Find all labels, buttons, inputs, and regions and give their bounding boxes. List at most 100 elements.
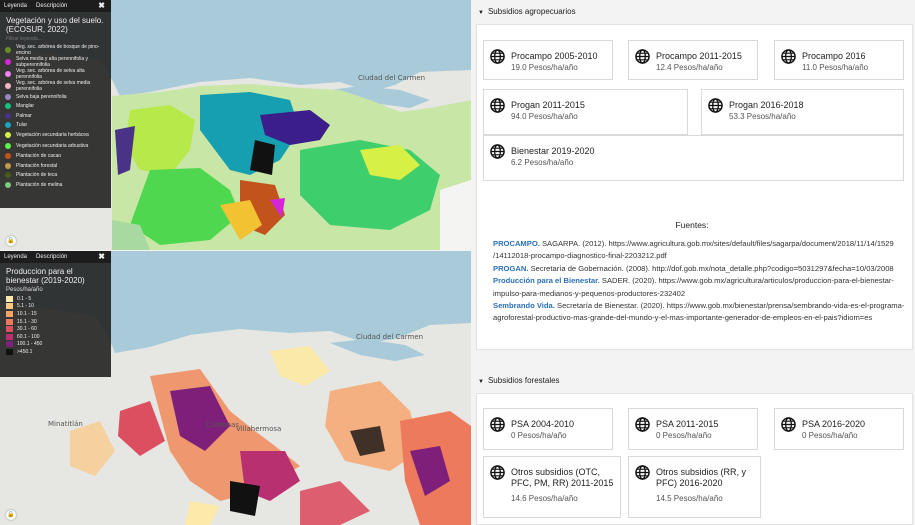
legend-tabs: Leyenda Descripción ✖ xyxy=(0,251,111,263)
legend-row: Selva media y alta perennifolia y subper… xyxy=(0,56,111,68)
card-value: 0 Pesos/ha/año xyxy=(656,431,712,440)
tab-descripcion[interactable]: Descripción xyxy=(36,3,67,9)
section-header-forest[interactable]: ▼ Subsidios forestales xyxy=(473,376,915,385)
subsidy-card: Progan 2016-2018 53.3 Pesos/ha/año xyxy=(701,89,904,135)
legend-swatch xyxy=(5,59,11,65)
close-icon[interactable]: ✖ xyxy=(98,252,105,261)
card-title: PSA 2004-2010 xyxy=(511,419,575,429)
production-map[interactable]: Ciudad del Carmen Minatitlán Cárdenas Vi… xyxy=(0,251,471,525)
source-link[interactable]: PROCAMPO. xyxy=(493,239,540,248)
card-title: Procampo 2016 xyxy=(802,51,866,61)
agro-section: Procampo 2005-2010 19.0 Pesos/ha/año Proca… xyxy=(476,24,913,350)
card-title: Procampo 2005-2010 xyxy=(511,51,598,61)
legend-swatch xyxy=(6,333,13,340)
legend-swatch xyxy=(5,153,11,160)
legend-row: Manglar xyxy=(0,102,111,112)
globe-icon xyxy=(781,49,796,64)
legend-swatch xyxy=(6,318,13,325)
globe-icon xyxy=(490,49,505,64)
legend-swatch xyxy=(5,181,11,188)
legend-swatch xyxy=(5,131,11,138)
legend-row: Plantación forestal xyxy=(0,161,111,171)
legend-label: Manglar xyxy=(16,103,35,110)
legend-row: Tular xyxy=(0,121,111,131)
legend-label: 60.1 - 100 xyxy=(17,333,40,340)
legend-items: Veg. sec. arbórea de bosque de pino-enci… xyxy=(0,44,111,190)
legend-label: Plantación de teca xyxy=(16,172,58,179)
source-link[interactable]: Producción para el Bienestar. xyxy=(493,276,600,285)
legend-tabs: Leyenda Descripción ✖ xyxy=(0,0,111,12)
legend-row: Vegetación secundaria arbustiva xyxy=(0,140,111,152)
legend-label: 5.1 - 10 xyxy=(17,303,34,310)
legend-row: Veg. sec. arbórea de selva media perenni… xyxy=(0,80,111,92)
legend-items: 0.1 - 5 5.1 - 10 10.1 - 15 15.1 - 30 30.1 - … xyxy=(0,295,111,356)
globe-icon xyxy=(490,144,505,159)
source-ref: Producción para el Bienestar. SADER. (20… xyxy=(493,275,905,300)
globe-icon xyxy=(635,417,650,432)
legend-row: Plantación de teca xyxy=(0,171,111,181)
subsidy-card: Bienestar 2019-2020 6.2 Pesos/ha/año xyxy=(483,135,904,181)
legend-row: Palmar xyxy=(0,111,111,121)
subsidy-card: Otros subsidios (OTC, PFC, PM, RR) 2011-… xyxy=(483,456,621,518)
card-title: Otros subsidios (RR, y PFC) 2016-2020 xyxy=(656,467,747,488)
legend-swatch xyxy=(5,112,11,119)
legend-label: 30.1 - 60 xyxy=(17,326,37,333)
legend-swatch xyxy=(6,348,13,355)
vegetation-map[interactable]: Ciudad del Carmen Leyenda Descripción ✖ … xyxy=(0,0,471,250)
source-link[interactable]: PROGAN. xyxy=(493,264,528,273)
legend-swatch xyxy=(6,326,13,333)
legend-row: 60.1 - 100 xyxy=(0,333,111,341)
legend-swatch xyxy=(5,142,11,149)
legend-label: Vegetación secundaria herbácea xyxy=(16,131,89,138)
globe-icon xyxy=(781,417,796,432)
legend-unit: Pesos/ha/año xyxy=(6,287,43,293)
legend-label: >450.1 xyxy=(17,348,33,355)
legend-swatch xyxy=(5,172,11,179)
globe-icon xyxy=(635,49,650,64)
legend-label: Selva media y alta perennifolia y subper… xyxy=(16,56,88,68)
legend-row: 15.1 - 30 xyxy=(0,318,111,326)
city-label: Ciudad del Carmen xyxy=(358,74,426,82)
triangle-down-icon: ▼ xyxy=(478,10,484,16)
subsidy-card: Progan 2011-2015 94.0 Pesos/ha/año xyxy=(483,89,688,135)
tab-leyenda[interactable]: Leyenda xyxy=(4,3,27,9)
legend-swatch xyxy=(5,93,11,100)
subsidy-card: Procampo 2011-2015 12.4 Pesos/ha/año xyxy=(628,40,758,80)
legend-row: Vegetación secundaria herbácea xyxy=(0,130,111,140)
city-label: Villahermosa xyxy=(236,425,282,433)
globe-icon xyxy=(490,417,505,432)
legend-swatch xyxy=(6,295,13,302)
subsidy-card: PSA 2011-2015 0 Pesos/ha/año xyxy=(628,408,758,450)
card-value: 94.0 Pesos/ha/año xyxy=(511,112,578,121)
legend-label: Vegetación secundaria arbustiva xyxy=(16,142,89,149)
section-title: Subsidios forestales xyxy=(487,376,560,385)
forest-section: PSA 2004-2010 0 Pesos/ha/año PSA 2011-2015… xyxy=(476,393,913,525)
legend-label: 0.1 - 5 xyxy=(17,295,32,302)
lock-icon[interactable]: 🔒 xyxy=(6,510,16,520)
legend-row: 0.1 - 5 xyxy=(0,295,111,303)
legend-swatch xyxy=(5,162,11,169)
card-value: 12.4 Pesos/ha/año xyxy=(656,63,723,72)
legend-row: 30.1 - 60 xyxy=(0,325,111,333)
close-icon[interactable]: ✖ xyxy=(98,1,105,10)
legend-row: 10.1 - 15 xyxy=(0,310,111,318)
legend-row: 100.1 - 450 xyxy=(0,341,111,349)
legend-filter[interactable]: Filtrar leyenda... xyxy=(0,36,111,44)
legend-label: Veg. sec. arbórea de bosque de pino-enci… xyxy=(16,44,100,56)
source-link[interactable]: Sembrando Vida. xyxy=(493,301,555,310)
legend-label: Veg. sec. arbórea de selva media perenni… xyxy=(16,80,91,92)
lock-icon[interactable]: 🔒 xyxy=(6,236,16,246)
card-value: 0 Pesos/ha/año xyxy=(511,431,567,440)
legend-swatch xyxy=(6,303,13,310)
legend-title: Produccion para el bienestar (2019-2020) xyxy=(6,267,85,285)
legend-label: Plantación de cacao xyxy=(16,153,62,160)
triangle-down-icon: ▼ xyxy=(478,379,484,385)
card-value: 0 Pesos/ha/año xyxy=(802,431,858,440)
legend-row: Plantación de melina xyxy=(0,180,111,190)
tab-descripcion[interactable]: Descripción xyxy=(36,254,67,260)
section-header-agro[interactable]: ▼ Subsidios agropecuarios xyxy=(473,7,915,16)
legend-swatch xyxy=(5,103,11,110)
legend-row: Veg. sec. arbórea de selva alta perennif… xyxy=(0,68,111,80)
tab-leyenda[interactable]: Leyenda xyxy=(4,254,27,260)
subsidy-card: Procampo 2005-2010 19.0 Pesos/ha/año xyxy=(483,40,613,80)
